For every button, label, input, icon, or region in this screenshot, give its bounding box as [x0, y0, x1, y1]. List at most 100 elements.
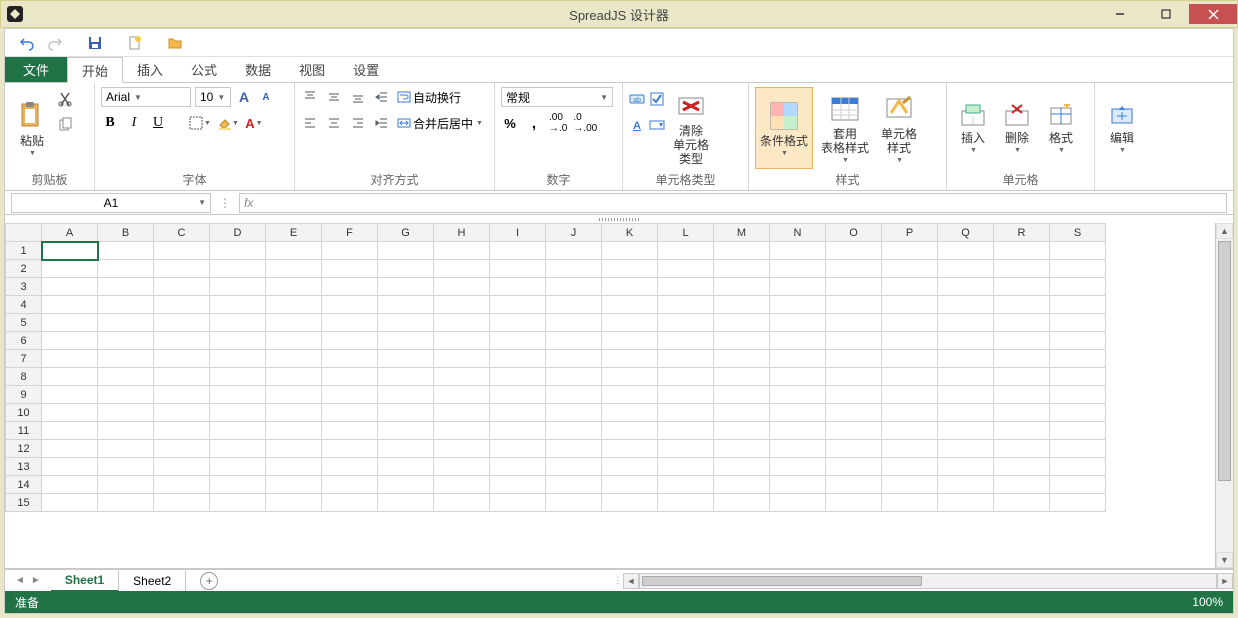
cell[interactable]: [826, 494, 882, 512]
cell[interactable]: [42, 242, 98, 260]
cell[interactable]: [266, 404, 322, 422]
checkbox-celltype-icon[interactable]: [649, 91, 665, 107]
conditional-format-button[interactable]: 条件格式▼: [755, 87, 813, 169]
cell[interactable]: [658, 242, 714, 260]
cell[interactable]: [210, 278, 266, 296]
cell[interactable]: [546, 422, 602, 440]
cell[interactable]: [994, 350, 1050, 368]
cell[interactable]: [602, 368, 658, 386]
cell[interactable]: [98, 260, 154, 278]
cell[interactable]: [490, 296, 546, 314]
cell[interactable]: [770, 296, 826, 314]
cell[interactable]: [42, 278, 98, 296]
cell[interactable]: [546, 332, 602, 350]
cell[interactable]: [42, 332, 98, 350]
cell[interactable]: [714, 242, 770, 260]
cell[interactable]: [434, 440, 490, 458]
cell[interactable]: [602, 458, 658, 476]
cell[interactable]: [266, 368, 322, 386]
column-header[interactable]: A: [42, 224, 98, 242]
align-left-icon[interactable]: [301, 114, 319, 132]
cell[interactable]: [434, 260, 490, 278]
cell[interactable]: [266, 332, 322, 350]
cell[interactable]: [434, 332, 490, 350]
align-bottom-icon[interactable]: [349, 88, 367, 106]
cell[interactable]: [826, 368, 882, 386]
column-header[interactable]: R: [994, 224, 1050, 242]
format-cells-button[interactable]: 格式▼: [1041, 87, 1081, 169]
column-header[interactable]: G: [378, 224, 434, 242]
cell[interactable]: [266, 440, 322, 458]
cell[interactable]: [938, 440, 994, 458]
cell[interactable]: [154, 332, 210, 350]
cell[interactable]: [154, 368, 210, 386]
cell[interactable]: [378, 440, 434, 458]
row-header[interactable]: 6: [6, 332, 42, 350]
cell[interactable]: [378, 350, 434, 368]
cell[interactable]: [378, 242, 434, 260]
cell[interactable]: [154, 458, 210, 476]
column-header[interactable]: Q: [938, 224, 994, 242]
cell[interactable]: [770, 314, 826, 332]
cell[interactable]: [210, 314, 266, 332]
cell[interactable]: [994, 260, 1050, 278]
cell[interactable]: [602, 494, 658, 512]
cell[interactable]: [266, 296, 322, 314]
cell[interactable]: [210, 494, 266, 512]
cell[interactable]: [210, 386, 266, 404]
cell[interactable]: [938, 476, 994, 494]
cell[interactable]: [658, 458, 714, 476]
tab-home[interactable]: 开始: [67, 57, 123, 83]
row-header[interactable]: 14: [6, 476, 42, 494]
cell[interactable]: [770, 368, 826, 386]
cell[interactable]: [658, 386, 714, 404]
merge-center-button[interactable]: 合并后居中▼: [397, 114, 483, 132]
cell[interactable]: [210, 242, 266, 260]
cell[interactable]: [490, 476, 546, 494]
cell[interactable]: [826, 314, 882, 332]
cell[interactable]: [490, 260, 546, 278]
clear-celltype-button[interactable]: 清除 单元格 类型: [669, 87, 713, 169]
cell[interactable]: [994, 332, 1050, 350]
cell[interactable]: [42, 404, 98, 422]
button-celltype-icon[interactable]: ab: [629, 91, 645, 107]
cell[interactable]: [378, 332, 434, 350]
bold-button[interactable]: B: [101, 114, 119, 132]
cell[interactable]: [210, 350, 266, 368]
table-style-button[interactable]: 套用 表格样式▼: [817, 87, 873, 169]
cell[interactable]: [378, 314, 434, 332]
row-header[interactable]: 3: [6, 278, 42, 296]
cell[interactable]: [994, 458, 1050, 476]
cell[interactable]: [266, 314, 322, 332]
cell[interactable]: [882, 332, 938, 350]
save-icon[interactable]: [87, 35, 103, 51]
edit-button[interactable]: 编辑▼: [1101, 87, 1143, 169]
underline-button[interactable]: U: [149, 114, 167, 132]
cell[interactable]: [322, 458, 378, 476]
sheet-tab[interactable]: Sheet2: [119, 570, 186, 592]
cell[interactable]: [98, 368, 154, 386]
cell[interactable]: [378, 458, 434, 476]
cell[interactable]: [98, 332, 154, 350]
cell[interactable]: [434, 404, 490, 422]
cell[interactable]: [210, 260, 266, 278]
fx-more-icon[interactable]: ⋮: [215, 196, 235, 210]
cell[interactable]: [546, 386, 602, 404]
cell[interactable]: [154, 296, 210, 314]
cell[interactable]: [770, 386, 826, 404]
cell[interactable]: [1050, 296, 1106, 314]
cell[interactable]: [378, 476, 434, 494]
cell[interactable]: [434, 422, 490, 440]
cell[interactable]: [490, 440, 546, 458]
cell[interactable]: [154, 476, 210, 494]
cell[interactable]: [546, 242, 602, 260]
tab-view[interactable]: 视图: [285, 57, 339, 82]
cell[interactable]: [266, 476, 322, 494]
font-size-combo[interactable]: 10▼: [195, 87, 231, 107]
cell[interactable]: [322, 422, 378, 440]
cell[interactable]: [602, 350, 658, 368]
cell[interactable]: [882, 296, 938, 314]
cell[interactable]: [770, 422, 826, 440]
cell[interactable]: [994, 422, 1050, 440]
cell[interactable]: [42, 350, 98, 368]
